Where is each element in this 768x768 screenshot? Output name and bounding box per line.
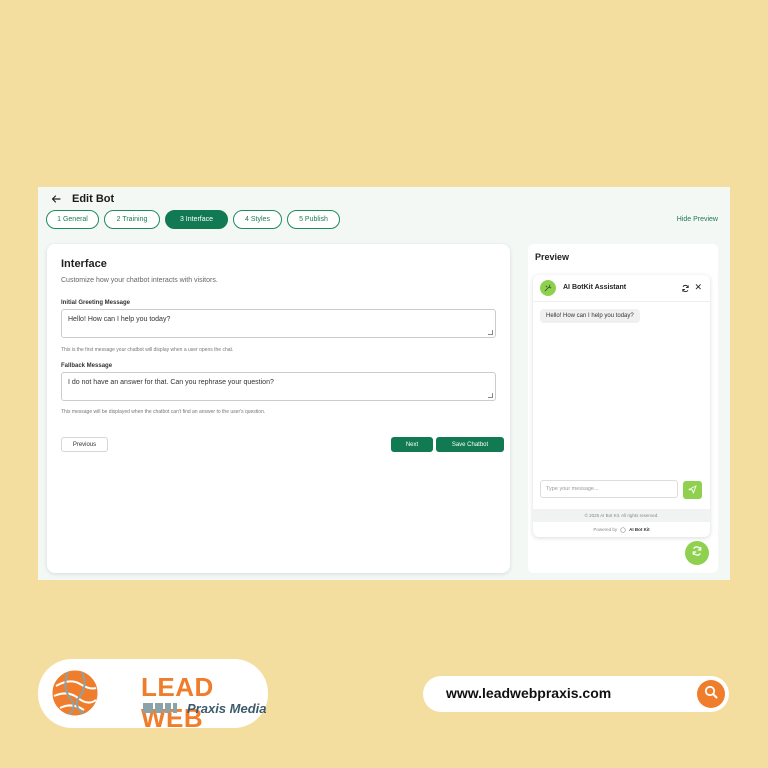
globe-logo-icon xyxy=(51,669,99,717)
next-button[interactable]: Next xyxy=(391,437,433,452)
brand-bars xyxy=(143,703,177,713)
tab-publish[interactable]: 5 Publish xyxy=(287,210,340,229)
previous-button[interactable]: Previous xyxy=(61,437,108,452)
topbar: Edit Bot xyxy=(50,190,114,208)
app-window: Edit Bot 1 General 2 Training 3 Interfac… xyxy=(38,187,730,580)
preview-panel: Preview AI BotKit Assistant ✕ Hello! How… xyxy=(528,244,718,573)
greeting-textarea[interactable]: Hello! How can I help you today? xyxy=(61,309,496,338)
tab-styles[interactable]: 4 Styles xyxy=(233,210,282,229)
chat-toggle-button[interactable] xyxy=(685,541,709,565)
interface-card: Interface Customize how your chatbot int… xyxy=(47,244,510,573)
refresh-icon[interactable] xyxy=(680,283,690,293)
website-url[interactable]: www.leadwebpraxis.com xyxy=(446,685,611,701)
card-title: Interface xyxy=(61,258,107,270)
save-chatbot-button[interactable]: Save Chatbot xyxy=(436,437,504,452)
search-button[interactable] xyxy=(697,680,725,708)
card-subtitle: Customize how your chatbot interacts wit… xyxy=(61,277,218,284)
send-button[interactable] xyxy=(683,481,702,499)
step-tabs: 1 General 2 Training 3 Interface 4 Style… xyxy=(46,210,340,229)
powered-by: Powered by AI Bot Kit xyxy=(533,524,710,535)
copyright-text: © 2025 AI Bot Kit. All rights reserved. xyxy=(533,509,710,522)
brand-logo: LEAD WEB Praxis Media xyxy=(38,659,268,733)
page-title: Edit Bot xyxy=(72,193,115,205)
preview-title: Preview xyxy=(535,252,570,262)
tab-training[interactable]: 2 Training xyxy=(104,210,160,229)
chat-toggle-icon xyxy=(691,544,703,562)
fallback-value: I do not have an answer for that. Can yo… xyxy=(68,379,274,386)
brand-tagline: Praxis Media xyxy=(187,701,267,716)
aibotkit-logo-icon xyxy=(620,526,626,533)
close-icon[interactable]: ✕ xyxy=(694,282,702,292)
greeting-label: Initial Greeting Message xyxy=(61,300,131,306)
tab-interface[interactable]: 3 Interface xyxy=(165,210,228,229)
arrow-left-icon[interactable] xyxy=(50,193,62,205)
search-icon xyxy=(704,685,718,704)
greeting-hint: This is the first message your chatbot w… xyxy=(61,347,234,353)
bot-message: Hello! How can I help you today? xyxy=(540,309,640,323)
chat-widget: AI BotKit Assistant ✕ Hello! How can I h… xyxy=(533,275,710,537)
resize-handle[interactable] xyxy=(488,393,493,398)
send-icon xyxy=(688,481,697,499)
bot-icon xyxy=(540,280,556,296)
powered-by-brand[interactable]: AI Bot Kit xyxy=(629,527,650,532)
fallback-label: Fallback Message xyxy=(61,363,113,369)
chat-header: AI BotKit Assistant ✕ xyxy=(533,275,710,302)
website-pill: www.leadwebpraxis.com xyxy=(423,676,729,712)
chat-message-input[interactable]: Type your message... xyxy=(540,480,678,498)
fallback-textarea[interactable]: I do not have an answer for that. Can yo… xyxy=(61,372,496,401)
hide-preview-link[interactable]: Hide Preview xyxy=(677,216,718,223)
tab-general[interactable]: 1 General xyxy=(46,210,99,229)
resize-handle[interactable] xyxy=(488,330,493,335)
powered-by-label: Powered by xyxy=(593,527,618,532)
fallback-hint: This message will be displayed when the … xyxy=(61,409,266,415)
greeting-value: Hello! How can I help you today? xyxy=(68,316,171,323)
bot-name: AI BotKit Assistant xyxy=(563,284,627,291)
